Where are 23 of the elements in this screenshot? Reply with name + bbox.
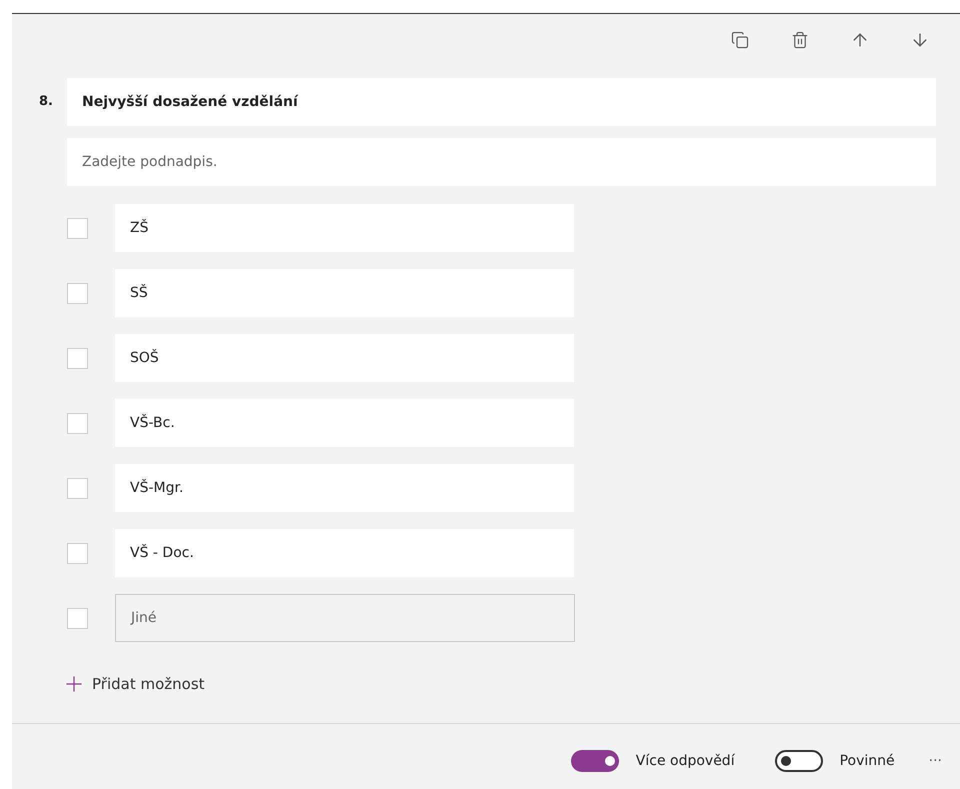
checkbox[interactable] bbox=[67, 608, 88, 628]
more-button[interactable]: ··· bbox=[928, 750, 942, 772]
option-field[interactable]: VŠ-Bc. bbox=[115, 399, 574, 447]
other-option-field[interactable]: Jiné bbox=[115, 594, 575, 642]
option-field[interactable]: VŠ - Doc. bbox=[115, 529, 574, 577]
checkbox[interactable] bbox=[67, 478, 88, 498]
toggle-switch[interactable] bbox=[570, 750, 619, 772]
option-field[interactable]: SOŠ bbox=[115, 334, 574, 382]
option-field[interactable]: SŠ bbox=[115, 269, 574, 317]
question-number: 8. bbox=[38, 93, 54, 111]
toggle-label: Povinné bbox=[840, 752, 895, 770]
subtitle-field[interactable]: Zadejte podnadpis. bbox=[67, 138, 936, 186]
question-title-field[interactable]: Nejvyšší dosažené vzdělání bbox=[67, 78, 936, 126]
checkbox[interactable] bbox=[67, 348, 88, 368]
checkbox[interactable] bbox=[67, 412, 88, 434]
add-option-button[interactable]: Přidat možnost bbox=[62, 672, 205, 696]
option-field[interactable]: VŠ-Mgr. bbox=[115, 464, 574, 512]
option-field[interactable]: ZŠ bbox=[115, 204, 574, 252]
toggle-switch[interactable] bbox=[774, 750, 823, 772]
toggle-label: Více odpovědí bbox=[636, 752, 735, 770]
checkbox[interactable] bbox=[67, 282, 88, 304]
checkbox[interactable] bbox=[67, 218, 88, 238]
checkbox[interactable] bbox=[67, 542, 88, 564]
